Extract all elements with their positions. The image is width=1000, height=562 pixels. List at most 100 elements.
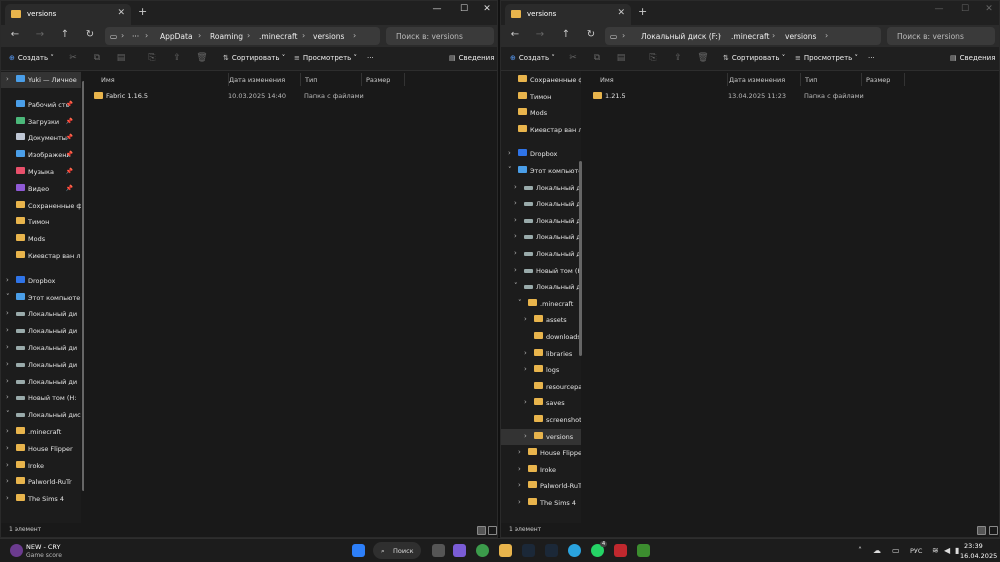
chevron-icon[interactable]: › bbox=[514, 266, 517, 274]
chevron-icon[interactable]: ˅ bbox=[508, 166, 512, 174]
cut-icon[interactable]: ✂ bbox=[67, 53, 79, 63]
minecraft-icon[interactable] bbox=[637, 544, 650, 557]
clock-date[interactable]: 16.04.2025 bbox=[960, 552, 997, 560]
delete-icon[interactable]: 🗑 bbox=[697, 53, 709, 63]
paste-icon[interactable]: ▤ bbox=[115, 53, 127, 63]
onedrive-icon[interactable]: ▭ bbox=[892, 546, 900, 555]
sidebar-item[interactable]: › versions bbox=[501, 428, 581, 445]
details-button[interactable]: ▤ Сведения bbox=[449, 54, 494, 62]
sidebar-item[interactable]: downloads bbox=[501, 329, 581, 345]
sidebar-item[interactable]: Рабочий сто 📌 bbox=[1, 97, 81, 113]
wifi-icon[interactable]: ≋ bbox=[932, 546, 939, 555]
maximize-button[interactable]: ☐ bbox=[456, 4, 472, 14]
ellipsis-button[interactable]: ··· bbox=[132, 32, 139, 41]
chevron-icon[interactable]: › bbox=[514, 249, 517, 257]
sidebar-item[interactable]: › Локальный ди bbox=[501, 246, 581, 262]
chevron-icon[interactable]: › bbox=[6, 360, 9, 368]
tab-versions[interactable]: versions ✕ bbox=[505, 4, 631, 25]
breadcrumb-minecraft[interactable]: .minecraft bbox=[731, 32, 769, 41]
sidebar-item[interactable]: Киевстар ван л bbox=[1, 248, 81, 264]
sidebar-item[interactable]: Документы 📌 bbox=[1, 130, 81, 146]
view-button[interactable]: ≡ Просмотреть ˅ bbox=[294, 54, 357, 62]
sidebar-scrollbar[interactable] bbox=[579, 161, 582, 356]
file-row[interactable]: Fabric 1.16.5 10.03.2025 14:40 Папка с ф… bbox=[84, 89, 497, 103]
file-explorer-icon[interactable] bbox=[499, 544, 512, 557]
chevron-icon[interactable]: › bbox=[518, 465, 521, 473]
sidebar-item[interactable]: › Локальный ди bbox=[501, 196, 581, 212]
sidebar-item[interactable]: › Локальный ди bbox=[1, 374, 81, 390]
sidebar-item[interactable]: Mods bbox=[501, 105, 581, 121]
chevron-icon[interactable]: › bbox=[524, 432, 527, 440]
chevron-icon[interactable]: › bbox=[518, 481, 521, 489]
cloud-icon[interactable]: ☁ bbox=[873, 546, 881, 555]
breadcrumb-roaming[interactable]: Roaming bbox=[210, 32, 243, 41]
sidebar-item[interactable]: Mods bbox=[1, 231, 81, 247]
telegram-icon[interactable] bbox=[568, 544, 581, 557]
taskbar-search[interactable]: ⌕ Поиск bbox=[373, 542, 421, 559]
sidebar-item[interactable]: ˅ Локальный дис bbox=[1, 407, 81, 423]
sidebar-item[interactable]: › The Sims 4 bbox=[501, 495, 581, 511]
tiles-view-button[interactable] bbox=[488, 526, 497, 535]
chevron-icon[interactable]: › bbox=[6, 461, 9, 469]
sidebar-item[interactable]: › Yuki — Личное bbox=[1, 72, 81, 88]
language-indicator[interactable]: РУС bbox=[910, 547, 922, 555]
battery-icon[interactable]: ▮ bbox=[955, 546, 959, 555]
chevron-icon[interactable]: › bbox=[514, 183, 517, 191]
rename-icon[interactable]: ⎘ bbox=[146, 53, 158, 63]
chevron-icon[interactable]: › bbox=[6, 477, 9, 485]
column-date[interactable]: Дата изменения bbox=[224, 73, 301, 86]
breadcrumb-drive[interactable]: Локальный диск (F:) bbox=[641, 32, 721, 41]
copy-icon[interactable]: ⧉ bbox=[91, 53, 103, 63]
sidebar-item[interactable]: ˅ Этот компьюте bbox=[1, 290, 81, 306]
sidebar-item[interactable]: resourcepack bbox=[501, 379, 581, 395]
chevron-icon[interactable]: › bbox=[6, 377, 9, 385]
sidebar-item[interactable]: › Локальный ди bbox=[1, 306, 81, 322]
chevron-icon[interactable]: › bbox=[514, 199, 517, 207]
sidebar-item[interactable]: Изображени 📌 bbox=[1, 147, 81, 163]
paste-icon[interactable]: ▤ bbox=[615, 53, 627, 63]
sidebar-item[interactable]: Загрузки 📌 bbox=[1, 114, 81, 130]
chevron-icon[interactable]: › bbox=[6, 75, 9, 83]
refresh-button[interactable]: ↻ bbox=[83, 29, 97, 40]
chevron-icon[interactable]: › bbox=[6, 343, 9, 351]
sidebar-item[interactable]: › Локальный ди bbox=[1, 340, 81, 356]
details-button[interactable]: ▤ Сведения bbox=[950, 54, 995, 62]
chevron-icon[interactable]: › bbox=[524, 398, 527, 406]
tray-chevron-icon[interactable]: ˄ bbox=[858, 546, 862, 555]
chevron-icon[interactable]: › bbox=[6, 309, 9, 317]
chevron-icon[interactable]: › bbox=[508, 149, 511, 157]
search-input[interactable]: Поиск в: versions bbox=[386, 27, 494, 45]
chevron-icon[interactable]: › bbox=[6, 427, 9, 435]
column-type[interactable]: Тип bbox=[300, 73, 362, 86]
chevron-icon[interactable]: › bbox=[514, 216, 517, 224]
task-view-icon[interactable] bbox=[432, 544, 445, 557]
sidebar-item[interactable]: › Новый том (H: bbox=[501, 263, 581, 279]
sidebar-item[interactable]: › Iroke bbox=[501, 462, 581, 478]
back-button[interactable]: ← bbox=[508, 29, 522, 40]
sort-button[interactable]: ⇅ Сортировать ˅ bbox=[223, 54, 285, 62]
maximize-button[interactable]: ☐ bbox=[957, 4, 973, 14]
new-tab-button[interactable]: + bbox=[638, 5, 647, 18]
sidebar-item[interactable]: ˅ Локальный дис bbox=[501, 279, 581, 295]
chevron-icon[interactable]: › bbox=[6, 276, 9, 284]
forward-button[interactable]: → bbox=[533, 29, 547, 40]
sidebar-item[interactable]: › Palworld-RuTr bbox=[1, 474, 81, 490]
more-button[interactable]: ··· bbox=[868, 54, 875, 62]
up-button[interactable]: ↑ bbox=[58, 29, 72, 40]
delete-icon[interactable]: 🗑 bbox=[196, 53, 208, 63]
column-date[interactable]: Дата изменения bbox=[724, 73, 801, 86]
volume-icon[interactable]: ◀ bbox=[944, 546, 950, 555]
sidebar-item[interactable]: Киевстар ван л bbox=[501, 122, 581, 138]
steam-icon[interactable] bbox=[522, 544, 535, 557]
sidebar-item[interactable]: › Локальный ди bbox=[1, 323, 81, 339]
sidebar-item[interactable]: ˅ Этот компьюте bbox=[501, 163, 581, 179]
sidebar-item[interactable]: › House Flipper bbox=[501, 445, 581, 461]
rename-icon[interactable]: ⎘ bbox=[647, 53, 659, 63]
chevron-icon[interactable]: ˅ bbox=[518, 299, 522, 307]
copy-icon[interactable]: ⧉ bbox=[591, 53, 603, 63]
column-size[interactable]: Размер bbox=[361, 73, 405, 86]
media-widget-icon[interactable] bbox=[10, 544, 23, 557]
sidebar-item[interactable]: › libraries bbox=[501, 346, 581, 362]
sidebar-item[interactable]: › Локальный ди bbox=[1, 357, 81, 373]
sidebar-item[interactable]: › logs bbox=[501, 362, 581, 378]
